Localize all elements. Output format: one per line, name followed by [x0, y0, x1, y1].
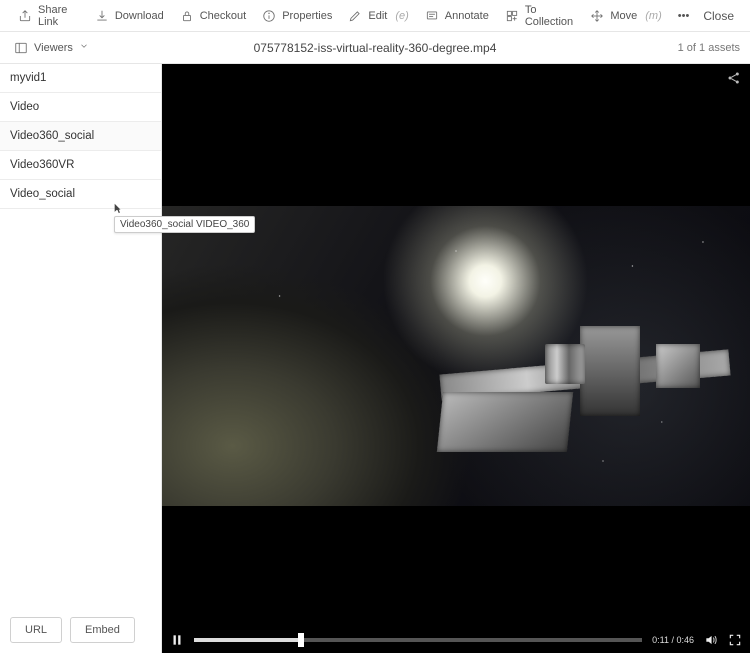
to-collection-button[interactable]: To Collection: [497, 0, 583, 31]
viewers-sidebar: myvid1 Video Video360_social Video360VR …: [0, 64, 162, 653]
viewer-list-item[interactable]: myvid1: [0, 64, 161, 93]
pencil-icon: [348, 9, 362, 23]
embed-button[interactable]: Embed: [70, 617, 135, 643]
viewers-label: Viewers: [34, 42, 73, 54]
annotate-button[interactable]: Annotate: [417, 0, 497, 31]
video-viewer: 0:11 / 0:46: [162, 64, 750, 653]
fullscreen-button[interactable]: [728, 633, 742, 647]
close-button[interactable]: Close: [697, 9, 740, 23]
move-shortcut-hint: (m): [645, 10, 662, 22]
viewers-dropdown[interactable]: Viewers: [10, 39, 93, 57]
rail-icon: [14, 41, 28, 55]
asset-filename: 075778152-iss-virtual-reality-360-degree…: [254, 41, 497, 55]
progress-played: [194, 638, 301, 642]
to-collection-label: To Collection: [525, 4, 575, 28]
chevron-down-icon: [79, 41, 89, 54]
time-display: 0:11 / 0:46: [652, 635, 694, 645]
top-toolbar: Share Link Download Checkout Properties …: [0, 0, 750, 32]
viewer-list-item[interactable]: Video_social: [0, 180, 161, 209]
edit-label: Edit: [368, 10, 387, 22]
pause-button[interactable]: [170, 633, 184, 647]
download-button[interactable]: Download: [87, 0, 172, 31]
info-icon: [262, 9, 276, 23]
annotate-label: Annotate: [445, 10, 489, 22]
viewer-tooltip: Video360_social VIDEO_360: [114, 216, 255, 233]
progress-bar[interactable]: [194, 638, 642, 642]
share-link-label: Share Link: [38, 4, 79, 28]
share-icon: [18, 9, 32, 23]
progress-knob[interactable]: [298, 633, 304, 647]
video-frame[interactable]: [162, 64, 750, 627]
share-link-button[interactable]: Share Link: [10, 0, 87, 31]
sidebar-footer: URL Embed: [0, 607, 161, 653]
properties-button[interactable]: Properties: [254, 0, 340, 31]
checkout-button[interactable]: Checkout: [172, 0, 254, 31]
edit-shortcut-hint: (e): [395, 10, 408, 22]
video-controls: 0:11 / 0:46: [162, 627, 750, 653]
move-icon: [590, 9, 604, 23]
more-label: •••: [678, 10, 690, 22]
annotate-icon: [425, 9, 439, 23]
viewers-list: myvid1 Video Video360_social Video360VR …: [0, 64, 161, 209]
share-video-icon[interactable]: [726, 70, 742, 91]
move-label: Move: [610, 10, 637, 22]
viewer-list-item[interactable]: Video: [0, 93, 161, 122]
asset-count: 1 of 1 assets: [678, 42, 740, 54]
sub-header: Viewers 075778152-iss-virtual-reality-36…: [0, 32, 750, 64]
collection-icon: [505, 9, 519, 23]
main-content: myvid1 Video Video360_social Video360VR …: [0, 64, 750, 653]
viewer-list-item[interactable]: Video360_social: [0, 122, 161, 151]
download-icon: [95, 9, 109, 23]
more-button[interactable]: •••: [670, 0, 698, 31]
url-button[interactable]: URL: [10, 617, 62, 643]
viewer-list-item[interactable]: Video360VR: [0, 151, 161, 180]
checkout-label: Checkout: [200, 10, 246, 22]
move-button[interactable]: Move (m): [582, 0, 669, 31]
lock-icon: [180, 9, 194, 23]
download-label: Download: [115, 10, 164, 22]
edit-button[interactable]: Edit (e): [340, 0, 416, 31]
properties-label: Properties: [282, 10, 332, 22]
video-content-scene: [162, 206, 750, 506]
volume-button[interactable]: [704, 633, 718, 647]
